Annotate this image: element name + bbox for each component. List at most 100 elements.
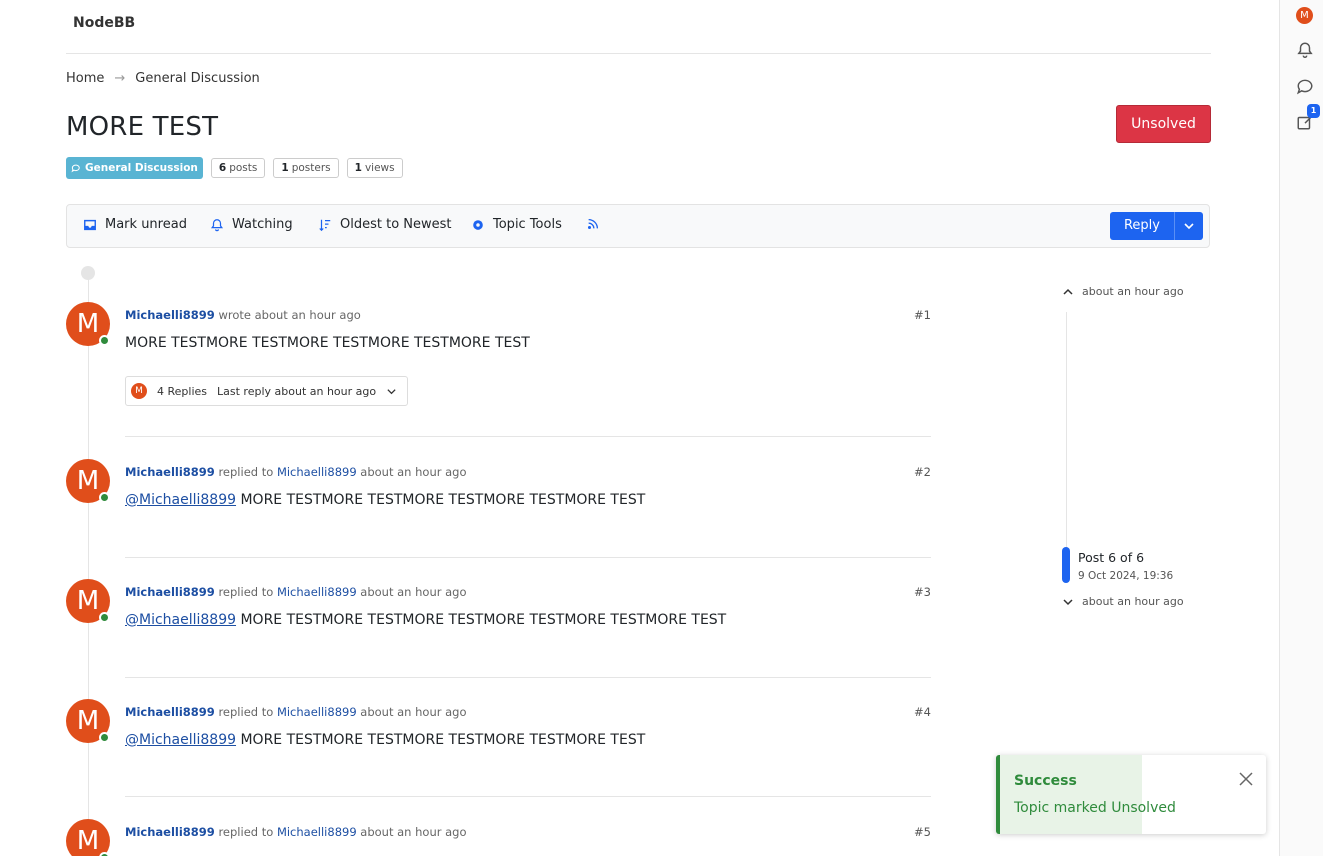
category-badge-label: General Discussion: [85, 162, 198, 174]
last-reply: Last reply about an hour ago: [217, 384, 377, 398]
brand-logo[interactable]: NodeBB: [73, 15, 135, 31]
post-index[interactable]: #1: [914, 308, 931, 322]
reply-button[interactable]: Reply: [1110, 212, 1174, 240]
pager-label: Post 6 of 6: [1078, 550, 1145, 565]
post-divider: [125, 557, 931, 558]
timeline-start-dot: [81, 266, 95, 280]
page-title: MORE TEST: [66, 112, 219, 142]
pager-down[interactable]: about an hour ago: [1062, 595, 1184, 608]
pager-date: 9 Oct 2024, 19:36: [1078, 570, 1174, 582]
post-meta: Michaelli8899 wrote about an hour ago: [125, 308, 361, 322]
post-index[interactable]: #3: [914, 585, 931, 599]
post-time[interactable]: about an hour ago: [360, 705, 466, 719]
pager-thumb[interactable]: [1062, 547, 1070, 583]
views-count-badge: 1 views: [346, 158, 403, 178]
rss-button[interactable]: [586, 217, 600, 231]
bell-icon[interactable]: [1296, 41, 1314, 59]
post-action: replied to: [218, 705, 274, 719]
post-meta: Michaelli8899 replied to Michaelli8899 a…: [125, 705, 467, 719]
post-index[interactable]: #4: [914, 705, 931, 719]
pager-track: [1066, 312, 1067, 548]
chevron-up-icon: [1063, 288, 1073, 295]
mention-link[interactable]: @Michaelli8899: [125, 732, 236, 748]
avatar[interactable]: M: [66, 819, 110, 856]
post-index[interactable]: #2: [914, 465, 931, 479]
category-badge[interactable]: General Discussion: [66, 157, 203, 179]
drafts-badge: 1: [1307, 104, 1320, 118]
mark-unread-button[interactable]: Mark unread: [83, 217, 187, 232]
post-divider: [125, 436, 931, 437]
post-author[interactable]: Michaelli8899: [125, 825, 215, 839]
arrow-right-icon: →: [114, 71, 126, 86]
gear-icon: [473, 219, 483, 230]
post-divider: [125, 796, 931, 797]
watching-button[interactable]: Watching: [210, 217, 293, 232]
header-divider: [66, 53, 1211, 54]
breadcrumb-home[interactable]: Home: [66, 71, 104, 86]
post-author[interactable]: Michaelli8899: [125, 308, 215, 322]
post-content: @Michaelli8899 MORE TESTMORE TESTMORE TE…: [125, 612, 727, 628]
replier-avatar: M: [131, 383, 147, 399]
post-time[interactable]: about an hour ago: [360, 825, 466, 839]
post-meta: Michaelli8899 replied to Michaelli8899 a…: [125, 465, 467, 479]
post-meta: Michaelli8899 replied to Michaelli8899 a…: [125, 825, 467, 839]
reply-target[interactable]: Michaelli8899: [277, 825, 357, 839]
topic-tags: General Discussion 6 posts 1 posters 1 view…: [66, 157, 403, 179]
sort-icon: [319, 219, 331, 231]
post-author[interactable]: Michaelli8899: [125, 585, 215, 599]
post-3: M Michaelli8899 replied to Michaelli8899…: [66, 579, 931, 679]
post-time[interactable]: about an hour ago: [360, 585, 466, 599]
post-author[interactable]: Michaelli8899: [125, 705, 215, 719]
toast-highlight: [1000, 755, 1142, 834]
topic-tools-button[interactable]: Topic Tools: [471, 217, 562, 232]
post-1: M Michaelli8899 wrote about an hour ago …: [66, 302, 931, 437]
close-icon[interactable]: [1238, 771, 1254, 787]
comments-icon: [71, 164, 80, 172]
breadcrumb-category[interactable]: General Discussion: [135, 71, 260, 86]
posters-count-badge: 1 posters: [273, 158, 339, 178]
reply-button-group: Reply: [1110, 212, 1203, 240]
post-action: replied to: [218, 465, 274, 479]
post-5: M Michaelli8899 replied to Michaelli8899…: [66, 819, 931, 856]
user-avatar[interactable]: M: [1296, 7, 1313, 24]
sort-button[interactable]: Oldest to Newest: [318, 217, 452, 232]
post-content: @Michaelli8899 MORE TESTMORE TESTMORE TE…: [125, 732, 646, 748]
chevron-down-icon: [387, 388, 396, 394]
mention-link[interactable]: @Michaelli8899: [125, 612, 236, 628]
breadcrumb: Home → General Discussion: [66, 71, 260, 86]
post-time[interactable]: about an hour ago: [360, 465, 466, 479]
reply-target[interactable]: Michaelli8899: [277, 465, 357, 479]
online-status-indicator: [99, 732, 110, 743]
mention-link[interactable]: @Michaelli8899: [125, 492, 236, 508]
bell-icon: [210, 218, 224, 231]
rss-icon: [587, 218, 599, 230]
post-action: replied to: [218, 585, 274, 599]
toast-message: Topic marked Unsolved: [1014, 800, 1176, 816]
reply-target[interactable]: Michaelli8899: [277, 705, 357, 719]
online-status-indicator: [99, 612, 110, 623]
toast-title: Success: [1014, 773, 1077, 789]
chat-icon[interactable]: [1296, 77, 1314, 95]
post-meta: Michaelli8899 replied to Michaelli8899 a…: [125, 585, 467, 599]
right-sidebar: M 1: [1279, 0, 1323, 856]
unsolved-button[interactable]: Unsolved: [1116, 105, 1211, 143]
pager-up[interactable]: about an hour ago: [1062, 285, 1184, 298]
online-status-indicator: [99, 335, 110, 346]
success-toast: Success Topic marked Unsolved: [996, 755, 1266, 834]
chevron-down-icon: [1184, 223, 1194, 230]
pager-bottom-time: about an hour ago: [1082, 595, 1184, 608]
reply-dropdown-toggle[interactable]: [1174, 212, 1203, 240]
online-status-indicator: [99, 492, 110, 503]
post-index[interactable]: #5: [914, 825, 931, 839]
post-2: M Michaelli8899 replied to Michaelli8899…: [66, 459, 931, 559]
reply-target[interactable]: Michaelli8899: [277, 585, 357, 599]
post-divider: [125, 677, 931, 678]
post-author[interactable]: Michaelli8899: [125, 465, 215, 479]
online-status-indicator: [99, 852, 110, 856]
post-action: replied to: [218, 825, 274, 839]
replies-toggle[interactable]: M 4 Replies Last reply about an hour ago: [125, 376, 409, 406]
inbox-icon: [84, 219, 96, 230]
post-content: MORE TESTMORE TESTMORE TESTMORE TESTMORE…: [125, 335, 530, 351]
post-action: wrote about an hour ago: [218, 308, 361, 322]
posts-count-badge: 6 posts: [210, 158, 266, 178]
